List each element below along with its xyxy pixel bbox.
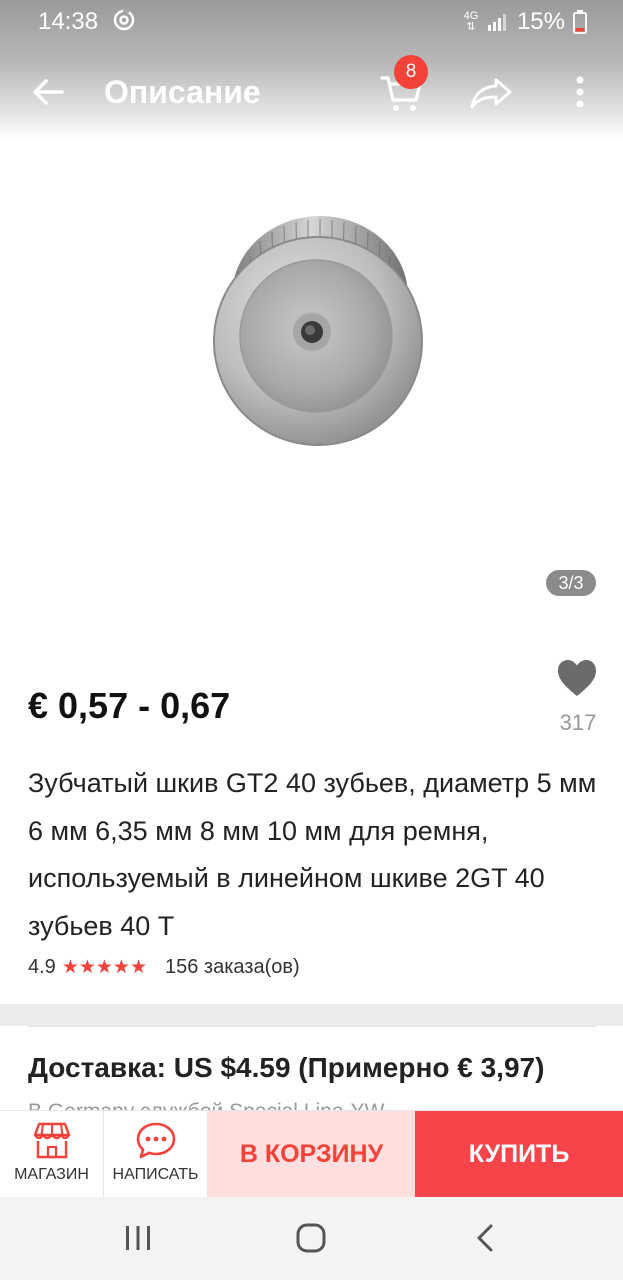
sync-icon [113,8,135,31]
rating-stars: ★★★★★ [61,957,147,978]
add-to-cart-button[interactable]: В КОРЗИНУ [208,1111,415,1197]
product-gallery[interactable]: 3/3 [0,140,623,610]
orders-count: 156 заказа(ов) [164,956,300,978]
battery-icon [573,10,587,34]
product-title: Зубчатый шкив GT2 40 зубьев, диаметр 5 м… [28,768,597,941]
share-icon[interactable] [468,72,514,112]
shipping-card[interactable]: Доставка: US $4.59 (Примерно € 3,97) В G… [0,1026,623,1110]
status-bar: 14:38 4G ⇅ 15% [0,0,623,44]
gallery-page-indicator: 3/3 [546,570,596,596]
network-type: 4G ⇅ [463,10,479,33]
chat-icon [136,1122,176,1159]
shipping-title: Доставка: US $4.59 (Примерно € 3,97) [28,1052,545,1083]
card-top-edge [28,1026,595,1027]
bottom-action-bar: МАГАЗИН НАПИСАТЬ В КОРЗИНУ КУПИТЬ [0,1110,623,1197]
recents-icon[interactable] [124,1225,152,1251]
wishlist-count: 317 [559,710,597,735]
rating-row[interactable]: 4.9 ★★★★★ 156 заказа(ов) [28,956,300,979]
store-button[interactable]: МАГАЗИН [0,1111,104,1197]
cart-count-badge: 8 [394,55,428,89]
app-bar: Описание 8 [0,44,623,140]
buy-now-button[interactable]: КУПИТЬ [415,1111,623,1197]
heart-icon[interactable] [556,658,598,698]
system-nav-bar [0,1197,623,1280]
rating-value: 4.9 [28,956,56,978]
battery-percent: 15% [516,8,565,35]
shipping-subtitle: В Germany службой Special Line-YW [28,1100,384,1110]
section-divider [0,1004,623,1026]
signal-icon [487,14,506,31]
price: € 0,57 - 0,67 [28,685,231,726]
product-image [213,216,423,446]
message-button[interactable]: НАПИСАТЬ [104,1111,208,1197]
more-vert-icon[interactable] [566,72,594,112]
home-icon[interactable] [296,1223,326,1253]
page-title: Описание [104,74,261,110]
status-time: 14:38 [38,8,99,35]
status-right: 4G ⇅ 15% [463,8,587,36]
nav-back-icon[interactable] [474,1223,496,1253]
store-label: МАГАЗИН [14,1166,89,1183]
back-arrow-icon[interactable] [28,72,68,112]
message-label: НАПИСАТЬ [112,1166,199,1183]
store-icon [33,1122,71,1159]
